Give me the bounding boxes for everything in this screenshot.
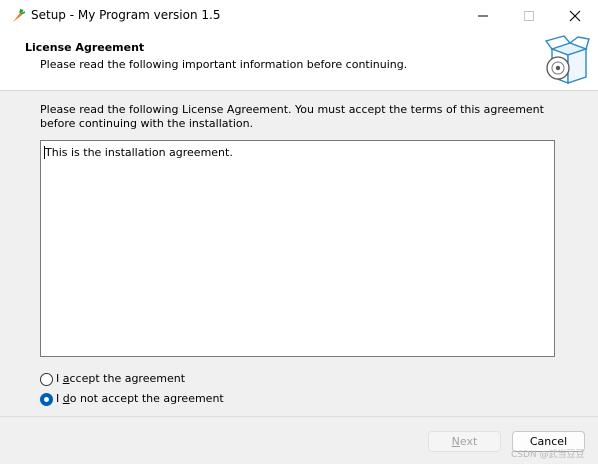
text-caret xyxy=(44,146,45,159)
license-instructions: Please read the following License Agreem… xyxy=(40,103,544,130)
decline-agreement-label[interactable]: I do not accept the agreement xyxy=(56,392,224,405)
close-icon xyxy=(569,10,581,22)
accept-agreement-label[interactable]: I accept the agreement xyxy=(56,372,185,385)
label-text: I xyxy=(56,372,63,385)
next-button[interactable]: Next xyxy=(428,431,501,452)
license-text-area[interactable]: This is the installation agreement. xyxy=(40,140,555,357)
label-text: o not accept the agreement xyxy=(69,392,224,405)
mnemonic-letter: d xyxy=(62,392,70,405)
mnemonic-letter: N xyxy=(451,435,460,448)
minimize-icon xyxy=(478,15,488,17)
window-title: Setup - My Program version 1.5 xyxy=(31,8,221,22)
label-text: I xyxy=(56,392,63,405)
maximize-icon xyxy=(524,11,534,21)
license-text: This is the installation agreement. xyxy=(45,146,233,159)
footer-divider xyxy=(0,416,598,417)
page-subtitle: Please read the following important info… xyxy=(40,58,408,71)
button-label: ext xyxy=(459,435,478,448)
minimize-button[interactable] xyxy=(460,0,506,31)
maximize-button[interactable] xyxy=(506,0,552,31)
carrot-icon xyxy=(10,8,26,24)
setup-box-icon xyxy=(540,35,590,87)
watermark: CSDN @武当豆豆 xyxy=(511,450,585,460)
header-divider xyxy=(0,90,598,91)
radio-button-unchecked[interactable] xyxy=(40,373,53,386)
mnemonic-letter: a xyxy=(62,372,70,385)
close-button[interactable] xyxy=(552,0,598,31)
label-text: ccept the agreement xyxy=(69,372,186,385)
wizard-header: License Agreement Please read the follow… xyxy=(0,31,598,90)
radio-button-checked[interactable] xyxy=(40,393,53,406)
title-bar: Setup - My Program version 1.5 xyxy=(0,0,598,31)
page-title: License Agreement xyxy=(25,41,145,54)
